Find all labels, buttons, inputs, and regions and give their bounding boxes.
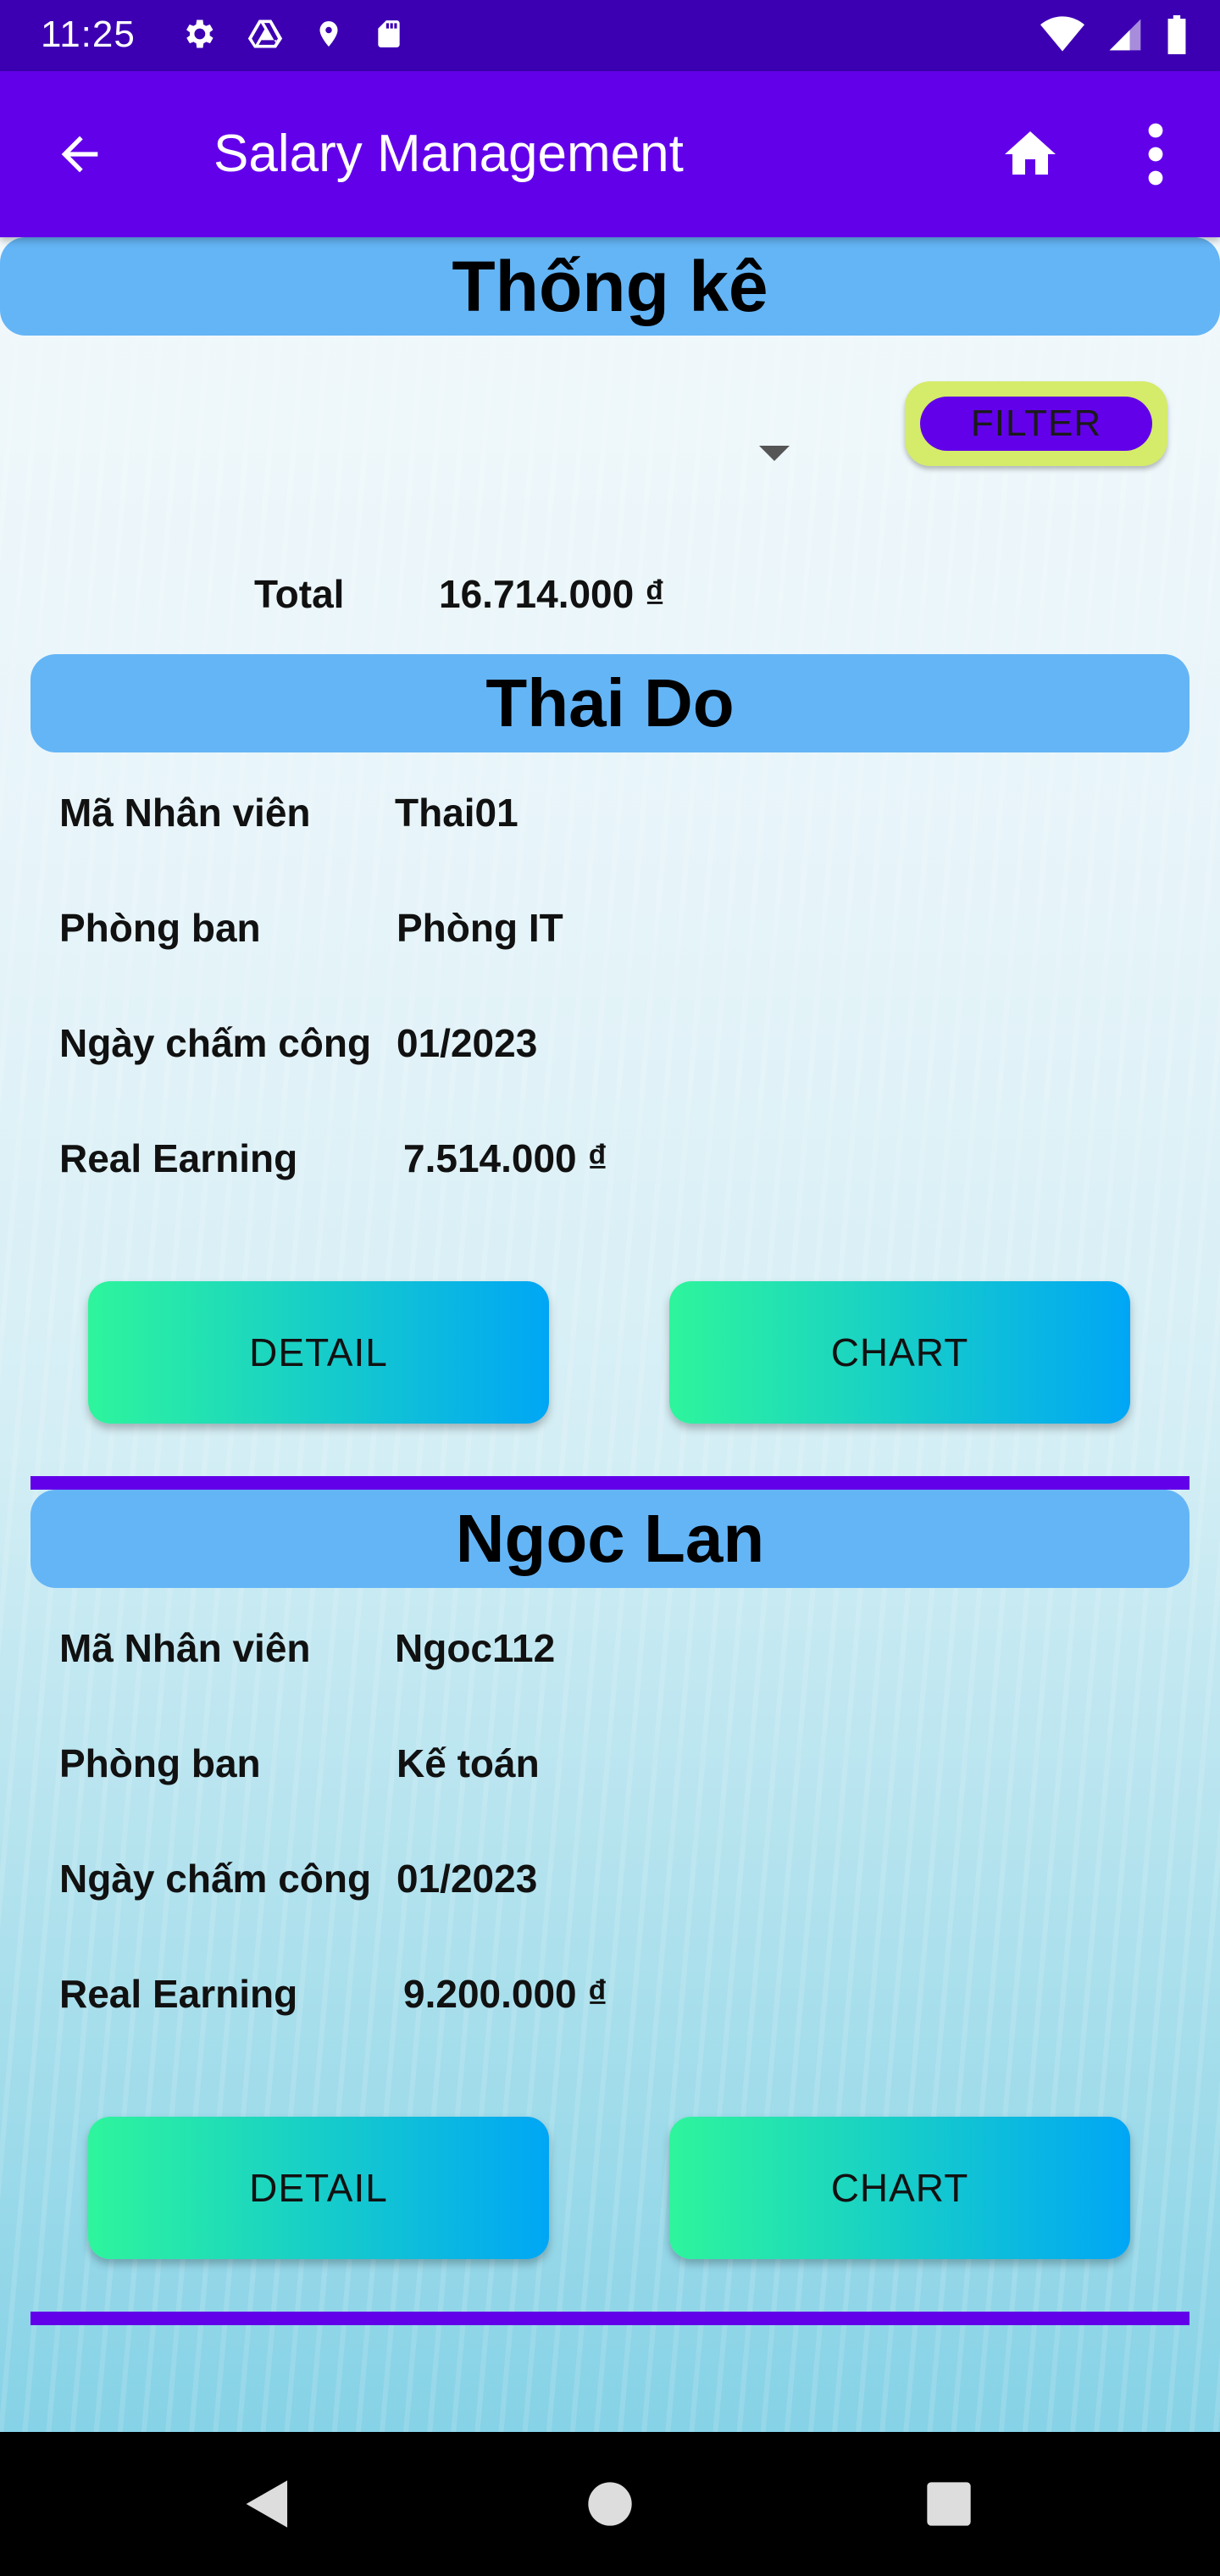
employee-name: Ngoc Lan <box>30 1490 1190 1588</box>
page-title: Thống kê <box>0 237 1220 336</box>
chart-button[interactable]: CHART <box>669 2117 1130 2259</box>
total-value: 16.714.000 ₫ <box>439 572 665 616</box>
employee-id-label: Mã Nhân viên <box>59 1626 311 1670</box>
employee-card: Thai Do Mã Nhân viên Thai01 Phòng ban Ph… <box>0 654 1220 1493</box>
detail-button[interactable]: DETAIL <box>88 1281 549 1424</box>
sd-card-icon <box>378 20 400 47</box>
nav-home-icon[interactable] <box>586 2479 634 2529</box>
employee-id-label: Mã Nhân viên <box>59 791 311 835</box>
signal-icon <box>1109 19 1141 51</box>
wifi-icon <box>1040 16 1084 52</box>
battery-icon <box>1167 15 1186 54</box>
nav-back-icon[interactable] <box>244 2479 291 2529</box>
timekeeping-date-value: 01/2023 <box>396 1021 538 1065</box>
status-time: 11:25 <box>41 14 136 55</box>
dropdown-arrow-icon[interactable] <box>759 446 790 461</box>
department-value: Kế toán <box>396 1741 540 1785</box>
app-title: Salary Management <box>214 125 684 183</box>
settings-icon <box>186 19 214 48</box>
card-divider <box>30 1476 1190 1490</box>
employee-id-value: Thai01 <box>395 791 518 835</box>
real-earning-label: Real Earning <box>59 1136 298 1180</box>
location-icon <box>319 21 338 47</box>
department-value: Phòng IT <box>396 906 563 950</box>
detail-button[interactable]: DETAIL <box>88 2117 549 2259</box>
status-bar: 11:25 <box>0 0 1220 71</box>
back-arrow-icon[interactable] <box>53 127 107 181</box>
app-bar: Salary Management <box>0 71 1220 237</box>
department-label: Phòng ban <box>59 1741 261 1785</box>
employee-id-value: Ngoc112 <box>395 1626 556 1670</box>
drive-icon <box>247 19 283 48</box>
employee-card: Ngoc Lan Mã Nhân viên Ngoc112 Phòng ban … <box>0 1490 1220 2329</box>
real-earning-value: 7.514.000 ₫ <box>403 1136 608 1180</box>
system-nav-bar <box>0 2432 1220 2576</box>
filter-button-label: FILTER <box>920 397 1152 451</box>
filter-button[interactable]: FILTER <box>905 381 1167 466</box>
real-earning-label: Real Earning <box>59 1972 298 2016</box>
home-icon[interactable] <box>1000 124 1061 185</box>
real-earning-value: 9.200.000 ₫ <box>403 1972 608 2016</box>
department-label: Phòng ban <box>59 906 261 950</box>
card-divider <box>30 2312 1190 2325</box>
timekeeping-date-label: Ngày chấm công <box>59 1021 372 1065</box>
nav-recents-icon[interactable] <box>925 2479 973 2529</box>
more-vert-icon[interactable] <box>1139 122 1173 186</box>
employee-name: Thai Do <box>30 654 1190 752</box>
chart-button[interactable]: CHART <box>669 1281 1130 1424</box>
timekeeping-date-value: 01/2023 <box>396 1857 538 1901</box>
content-area: Thống kê FILTER Total 16.714.000 ₫ Thai … <box>0 237 1220 2432</box>
total-label: Total <box>254 572 345 616</box>
timekeeping-date-label: Ngày chấm công <box>59 1857 372 1901</box>
